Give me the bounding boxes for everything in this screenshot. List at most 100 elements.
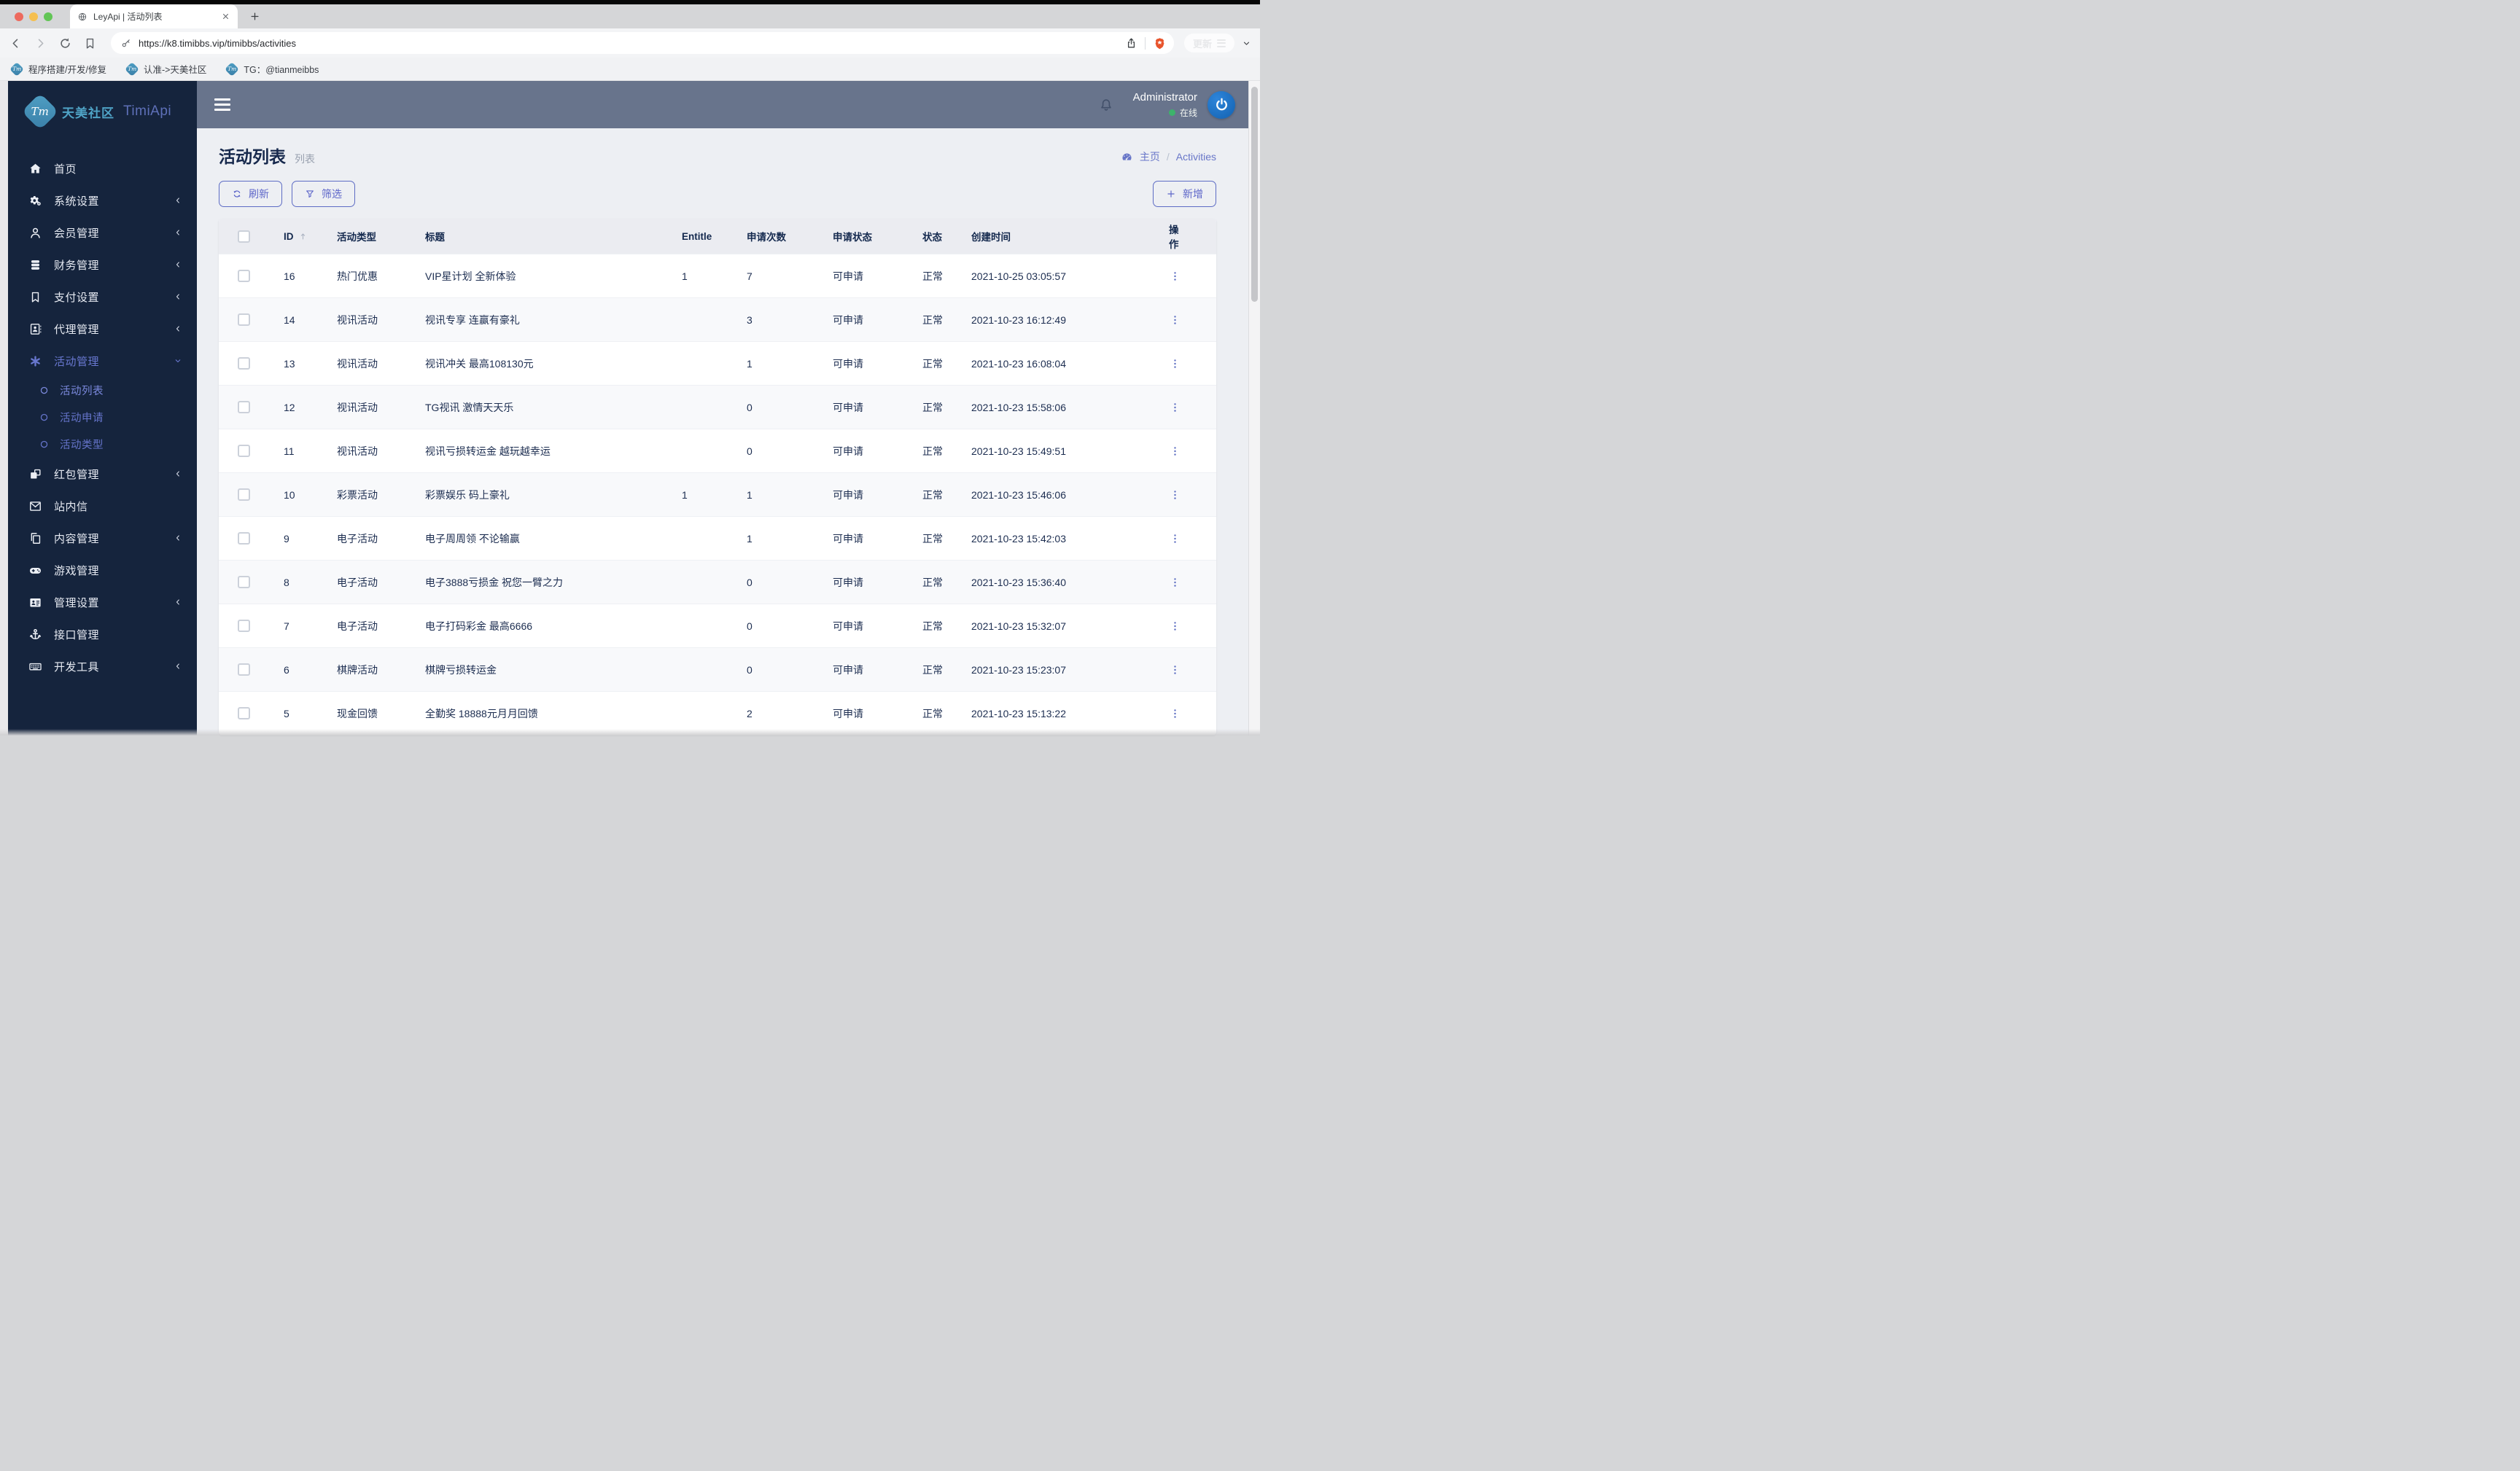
new-tab-button[interactable] xyxy=(249,11,260,22)
cell-count-value: 1 xyxy=(747,488,752,501)
reload-icon[interactable] xyxy=(58,36,72,50)
row-checkbox[interactable] xyxy=(238,488,250,501)
scrollbar[interactable] xyxy=(1248,81,1260,736)
row-actions-button[interactable] xyxy=(1169,706,1181,721)
cell-id-value: 11 xyxy=(284,445,295,457)
cell-title: 视讯冲关 最高108130元 xyxy=(425,356,682,371)
notifications-bell-icon[interactable] xyxy=(1098,97,1114,113)
back-icon[interactable] xyxy=(9,36,23,50)
cell-count: 0 xyxy=(747,664,833,676)
breadcrumb: 主页 / Activities xyxy=(1121,149,1216,164)
cell-count-value: 2 xyxy=(747,707,752,719)
sidebar-item-home[interactable]: 首页 xyxy=(8,152,197,184)
row-checkbox[interactable] xyxy=(238,445,250,457)
refresh-button[interactable]: 刷新 xyxy=(219,181,282,207)
sidebar-subitem-activity-list[interactable]: 活动列表 xyxy=(8,377,197,404)
url-text[interactable]: https://k8.timibbs.vip/timibbs/activitie… xyxy=(139,38,1125,49)
sidebar-toggle-icon[interactable] xyxy=(214,98,230,111)
cell-title-value: 电子3888亏损金 祝您一臂之力 xyxy=(425,576,564,588)
cell-id-value: 12 xyxy=(284,401,295,413)
breadcrumb-home[interactable]: 主页 xyxy=(1140,149,1160,164)
share-icon[interactable] xyxy=(1125,37,1138,50)
cell-id-value: 8 xyxy=(284,576,289,588)
row-checkbox[interactable] xyxy=(238,620,250,632)
row-actions-button[interactable] xyxy=(1169,269,1181,284)
row-actions-button[interactable] xyxy=(1169,663,1181,677)
forward-icon[interactable] xyxy=(34,36,47,50)
row-checkbox[interactable] xyxy=(238,707,250,719)
scrollbar-thumb[interactable] xyxy=(1251,87,1258,302)
bookmark-item[interactable]: Tm TG：@tianmeibbs xyxy=(225,61,319,77)
user-menu[interactable]: Administrator 在线 xyxy=(1133,91,1197,119)
table-row: 5 现金回馈 全勤奖 18888元月月回馈 2 可申请 正常 2021-10-23 15:1… xyxy=(219,691,1216,735)
filter-button[interactable]: 筛选 xyxy=(292,181,355,207)
cell-apply_status: 可申请 xyxy=(833,531,922,546)
bookmark-page-icon[interactable] xyxy=(83,36,97,50)
bookmark-item[interactable]: Tm 程序搭建/开发/修复 xyxy=(9,61,106,77)
logout-button[interactable] xyxy=(1208,90,1235,119)
sidebar-item-admin-settings[interactable]: 管理设置 xyxy=(8,586,197,618)
row-actions-button[interactable] xyxy=(1169,313,1181,327)
sidebar-item-activity-management[interactable]: 活动管理 xyxy=(8,345,197,377)
cell-created: 2021-10-23 15:32:07 xyxy=(971,620,1169,632)
site-settings-icon[interactable] xyxy=(120,38,131,49)
sidebar-item-api-management[interactable]: 接口管理 xyxy=(8,618,197,650)
minimize-window-button[interactable] xyxy=(29,12,38,21)
row-actions-button[interactable] xyxy=(1169,356,1181,371)
row-checkbox[interactable] xyxy=(238,313,250,326)
activities-table: ID 活动类型 标题 Entitle 申请次数 申请状态 状态 创建时间 操作 16 热门优惠 VI… xyxy=(219,219,1216,735)
browser-tab[interactable]: LeyApi | 活动列表 xyxy=(70,4,238,28)
row-checkbox[interactable] xyxy=(238,576,250,588)
column-header[interactable]: ID xyxy=(284,231,337,242)
sidebar-item-content-management[interactable]: 内容管理 xyxy=(8,522,197,554)
brave-shields-icon[interactable] xyxy=(1153,36,1167,50)
row-actions-button[interactable] xyxy=(1169,488,1181,502)
cell-created: 2021-10-23 16:08:04 xyxy=(971,358,1169,370)
add-button[interactable]: 新增 xyxy=(1153,181,1216,207)
close-window-button[interactable] xyxy=(15,12,23,21)
brand[interactable]: Tm 天美社区 TimiApi xyxy=(8,93,197,130)
cell-type-value: 视讯活动 xyxy=(337,357,378,370)
cell-id-value: 10 xyxy=(284,488,295,501)
address-bar[interactable]: https://k8.timibbs.vip/timibbs/activitie… xyxy=(111,32,1174,54)
cell-type: 现金回馈 xyxy=(337,706,425,721)
sidebar-item-payment-settings[interactable]: 支付设置 xyxy=(8,281,197,313)
cell-apply_status: 可申请 xyxy=(833,356,922,371)
row-checkbox[interactable] xyxy=(238,663,250,676)
row-checkbox[interactable] xyxy=(238,401,250,413)
row-actions-button[interactable] xyxy=(1169,531,1181,546)
row-checkbox[interactable] xyxy=(238,532,250,545)
sidebar-subitem-activity-apply[interactable]: 活动申请 xyxy=(8,404,197,431)
chevron-down-icon[interactable] xyxy=(1242,39,1251,48)
sidebar-item-system-settings[interactable]: 系统设置 xyxy=(8,184,197,216)
close-tab-icon[interactable] xyxy=(221,12,230,21)
row-actions-button[interactable] xyxy=(1169,575,1181,590)
cell-count: 1 xyxy=(747,533,833,545)
bookmark-item[interactable]: Tm 认准->天美社区 xyxy=(125,61,206,77)
select-all-checkbox[interactable] xyxy=(238,230,250,243)
sidebar-item-agent-management[interactable]: 代理管理 xyxy=(8,313,197,345)
zoom-window-button[interactable] xyxy=(44,12,52,21)
sidebar-item-dev-tools[interactable]: 开发工具 xyxy=(8,650,197,682)
sidebar-item-redpacket-management[interactable]: 红包管理 xyxy=(8,458,197,490)
row-checkbox[interactable] xyxy=(238,357,250,370)
sidebar-item-member-management[interactable]: 会员管理 xyxy=(8,216,197,249)
sidebar-item-site-message[interactable]: 站内信 xyxy=(8,490,197,522)
filter-funnel-icon xyxy=(305,189,315,199)
plus-icon xyxy=(1166,189,1176,199)
cell-apply_status-value: 可申请 xyxy=(833,357,863,370)
sidebar-item-game-management[interactable]: 游戏管理 xyxy=(8,554,197,586)
row-actions-button[interactable] xyxy=(1169,619,1181,633)
column-header: 创建时间 xyxy=(971,229,1169,243)
browser-update-button[interactable]: 更新 xyxy=(1183,34,1234,52)
row-actions-button[interactable] xyxy=(1169,400,1181,415)
cell-title: TG视讯 激情天天乐 xyxy=(425,400,682,415)
row-checkbox[interactable] xyxy=(238,270,250,282)
page-title: 活动列表 xyxy=(219,147,286,166)
sidebar-subitem-activity-type[interactable]: 活动类型 xyxy=(8,431,197,458)
row-actions-button[interactable] xyxy=(1169,444,1181,459)
cell-created: 2021-10-23 15:49:51 xyxy=(971,445,1169,457)
cell-count: 7 xyxy=(747,270,833,282)
sidebar-item-finance-management[interactable]: 财务管理 xyxy=(8,249,197,281)
cell-apply_status-value: 可申请 xyxy=(833,532,863,545)
